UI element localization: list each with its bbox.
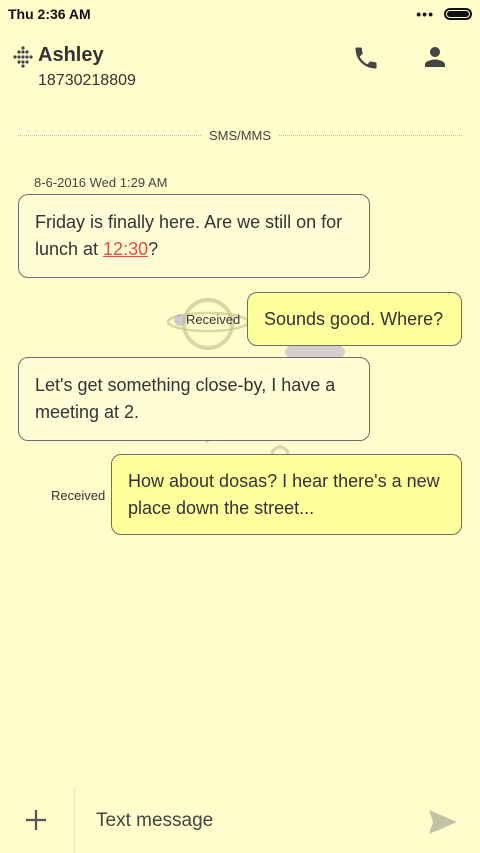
send-icon[interactable] — [428, 809, 458, 835]
message-text: Let's get something close-by, I have a m… — [35, 375, 336, 422]
status-time: Thu 2:36 AM — [8, 6, 91, 22]
message-bubble-outgoing[interactable]: How about dosas? I hear there's a new pl… — [111, 454, 462, 535]
delivery-status: Received — [186, 312, 241, 327]
message-bubble-incoming[interactable]: Friday is finally here. Are we still on … — [18, 194, 370, 278]
thread-divider: SMS/MMS — [18, 126, 462, 144]
plus-icon[interactable] — [24, 808, 48, 832]
divider-line-right — [279, 134, 462, 136]
person-icon[interactable] — [420, 42, 450, 72]
message-input[interactable] — [96, 806, 396, 836]
divider-label: SMS/MMS — [208, 127, 272, 143]
conversation-header: Ashley 18730218809 — [0, 40, 480, 100]
composer-divider — [74, 788, 75, 853]
message-text-part: ? — [148, 239, 159, 259]
divider-line-left — [18, 134, 201, 136]
message-text: How about dosas? I hear there's a new pl… — [128, 470, 440, 518]
message-text: Friday is finally here. Are we still on … — [35, 209, 353, 263]
contact-number: 18730218809 — [38, 72, 136, 89]
message-text-part: Friday is finally here. Are we still on … — [35, 212, 343, 259]
message-text: Sounds good. Where? — [264, 308, 444, 329]
time-link[interactable]: 12:30 — [103, 239, 148, 259]
status-bar: Thu 2:36 AM ••• — [0, 0, 480, 28]
battery-icon — [444, 8, 472, 20]
phone-icon[interactable] — [352, 44, 380, 72]
contact-name[interactable]: Ashley — [38, 44, 104, 67]
message-bubble-outgoing[interactable]: Sounds good. Where? — [247, 292, 462, 346]
more-dots-icon: ••• — [416, 6, 434, 22]
status-icons: ••• — [416, 7, 472, 21]
dotted-logo-icon — [13, 46, 33, 68]
message-bubble-incoming[interactable]: Let's get something close-by, I have a m… — [18, 357, 370, 441]
message-composer — [0, 788, 480, 853]
delivery-status: Received — [51, 488, 106, 503]
message-timestamp: 8-6-2016 Wed 1:29 AM — [34, 175, 168, 190]
